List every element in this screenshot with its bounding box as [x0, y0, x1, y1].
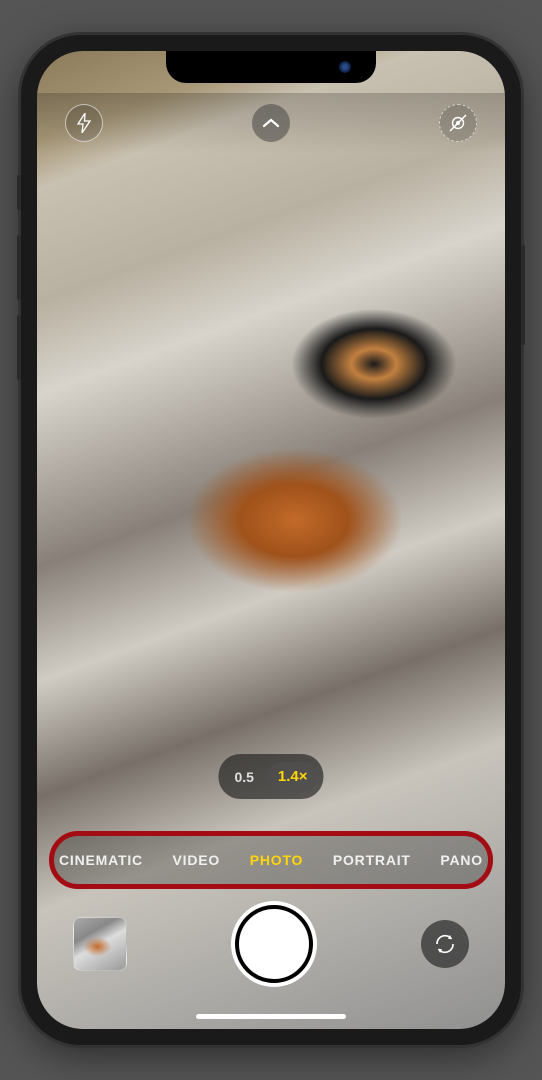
- flash-button[interactable]: [65, 104, 103, 142]
- screen: 0.5 1.4× CINEMATIC VIDEO PHOTO PORTRAIT …: [37, 51, 505, 1029]
- mode-cinematic[interactable]: CINEMATIC: [59, 852, 143, 868]
- mode-video[interactable]: VIDEO: [173, 852, 221, 868]
- camera-flip-icon: [432, 931, 458, 957]
- front-camera: [339, 61, 351, 73]
- zoom-selector[interactable]: 0.5 1.4×: [218, 754, 323, 799]
- power-button: [521, 245, 525, 345]
- zoom-option-1-4[interactable]: 1.4×: [268, 762, 318, 791]
- camera-options-button[interactable]: [252, 104, 290, 142]
- notch: [166, 51, 376, 83]
- mode-portrait[interactable]: PORTRAIT: [333, 852, 411, 868]
- top-controls: [37, 93, 505, 153]
- phone-frame: 0.5 1.4× CINEMATIC VIDEO PHOTO PORTRAIT …: [21, 35, 521, 1045]
- volume-down-button: [17, 315, 21, 380]
- mode-photo[interactable]: PHOTO: [250, 852, 304, 868]
- home-indicator[interactable]: [196, 1014, 346, 1019]
- live-photo-off-icon: [447, 112, 469, 134]
- shutter-button[interactable]: [235, 905, 313, 983]
- mode-pano[interactable]: PANO: [440, 852, 483, 868]
- camera-flip-button[interactable]: [421, 920, 469, 968]
- chevron-up-icon: [262, 117, 280, 129]
- flash-icon: [76, 113, 92, 133]
- zoom-option-0-5[interactable]: 0.5: [224, 763, 263, 791]
- last-photo-thumbnail[interactable]: [73, 917, 127, 971]
- mode-selector[interactable]: CINEMATIC VIDEO PHOTO PORTRAIT PANO: [49, 831, 493, 889]
- volume-up-button: [17, 235, 21, 300]
- live-photo-button[interactable]: [439, 104, 477, 142]
- bottom-controls: [37, 899, 505, 989]
- mode-selector-region: CINEMATIC VIDEO PHOTO PORTRAIT PANO: [49, 831, 493, 889]
- silence-switch: [17, 175, 21, 210]
